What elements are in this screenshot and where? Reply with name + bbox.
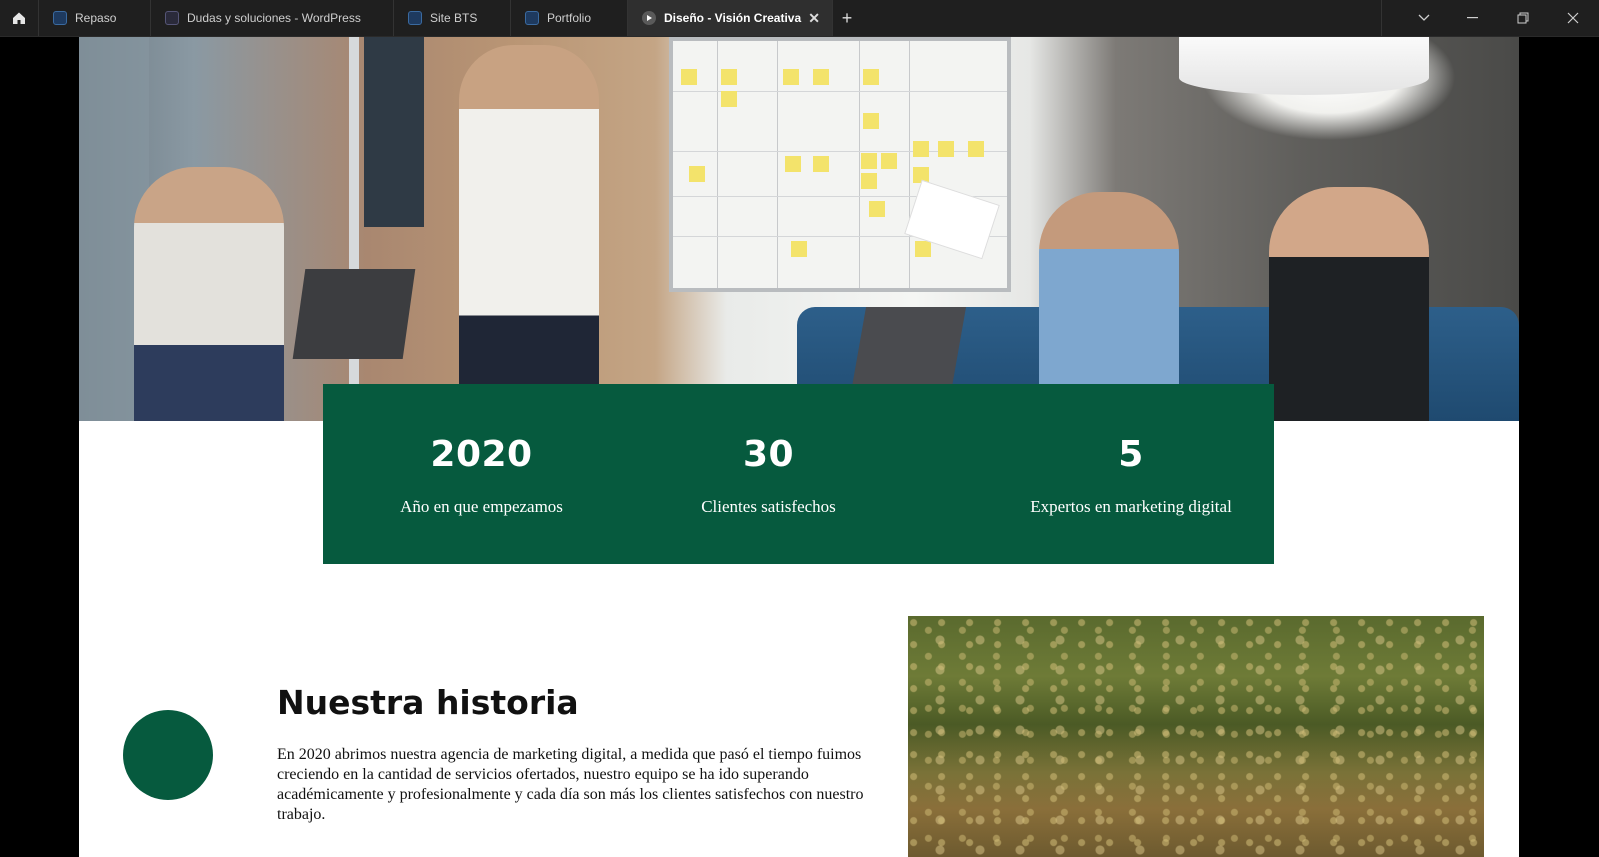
grass-photo: [908, 616, 1484, 857]
stat-label: Expertos en marketing digital: [1030, 497, 1232, 516]
tab-diseno-vision-creativa[interactable]: Diseño - Visión Creativa ✕: [628, 0, 833, 36]
whiteboard: [669, 37, 1011, 292]
tab-label: Dudas y soluciones - WordPress: [187, 11, 361, 25]
tab-label: Portfolio: [547, 11, 592, 25]
stat-clients: 30 Clientes satisfechos: [613, 384, 924, 564]
laptop: [292, 269, 416, 359]
minimize-icon[interactable]: [1449, 0, 1497, 36]
section-text: En 2020 abrimos nuestra agencia de marke…: [277, 746, 864, 823]
play-icon: [642, 11, 656, 25]
stat-value: 2020: [430, 434, 533, 475]
tab-dudas-wordpress[interactable]: Dudas y soluciones - WordPress: [151, 0, 394, 36]
chevron-down-icon[interactable]: [1400, 0, 1448, 36]
stats-banner: 2020 Año en que empezamos 30 Clientes sa…: [323, 384, 1274, 564]
site-favicon-icon: [408, 11, 422, 25]
person-presenting: [459, 45, 599, 421]
site-favicon-icon: [525, 11, 539, 25]
stat-value: 30: [742, 434, 795, 475]
browser-tab-bar: Repaso Dudas y soluciones - WordPress Si…: [0, 0, 1599, 37]
banner: [364, 37, 424, 227]
tab-portfolio[interactable]: Portfolio: [511, 0, 628, 36]
stat-year: 2020 Año en que empezamos: [323, 384, 640, 564]
site-favicon-icon: [53, 11, 67, 25]
stat-label: Clientes satisfechos: [701, 497, 836, 516]
close-tab-icon[interactable]: ✕: [808, 10, 820, 26]
close-window-icon[interactable]: [1549, 0, 1597, 36]
restore-icon[interactable]: [1499, 0, 1547, 36]
person-seated-right: [1269, 187, 1429, 421]
section-title: Nuestra historia: [277, 683, 579, 722]
site-favicon-icon: [165, 11, 179, 25]
stat-experts: 5 Expertos en marketing digital: [983, 384, 1279, 564]
page-viewport: 2020 Año en que empezamos 30 Clientes sa…: [79, 37, 1519, 857]
ceiling-lamp: [1179, 37, 1429, 95]
divider: [1381, 0, 1382, 36]
laptop: [851, 307, 967, 387]
decorative-circle: [123, 710, 213, 800]
hero-team-photo: [79, 37, 1519, 421]
tab-label: Site BTS: [430, 11, 478, 25]
window-frame: [349, 37, 359, 421]
tab-label: Diseño - Visión Creativa: [664, 11, 802, 25]
stat-value: 5: [1118, 434, 1144, 475]
tab-label: Repaso: [75, 11, 117, 25]
tab-site-bts[interactable]: Site BTS: [394, 0, 511, 36]
stat-label: Año en que empezamos: [400, 497, 563, 516]
new-tab-button[interactable]: +: [834, 0, 860, 36]
tab-repaso[interactable]: Repaso: [39, 0, 151, 36]
person-seated-left: [134, 167, 284, 421]
home-icon[interactable]: [0, 0, 39, 36]
